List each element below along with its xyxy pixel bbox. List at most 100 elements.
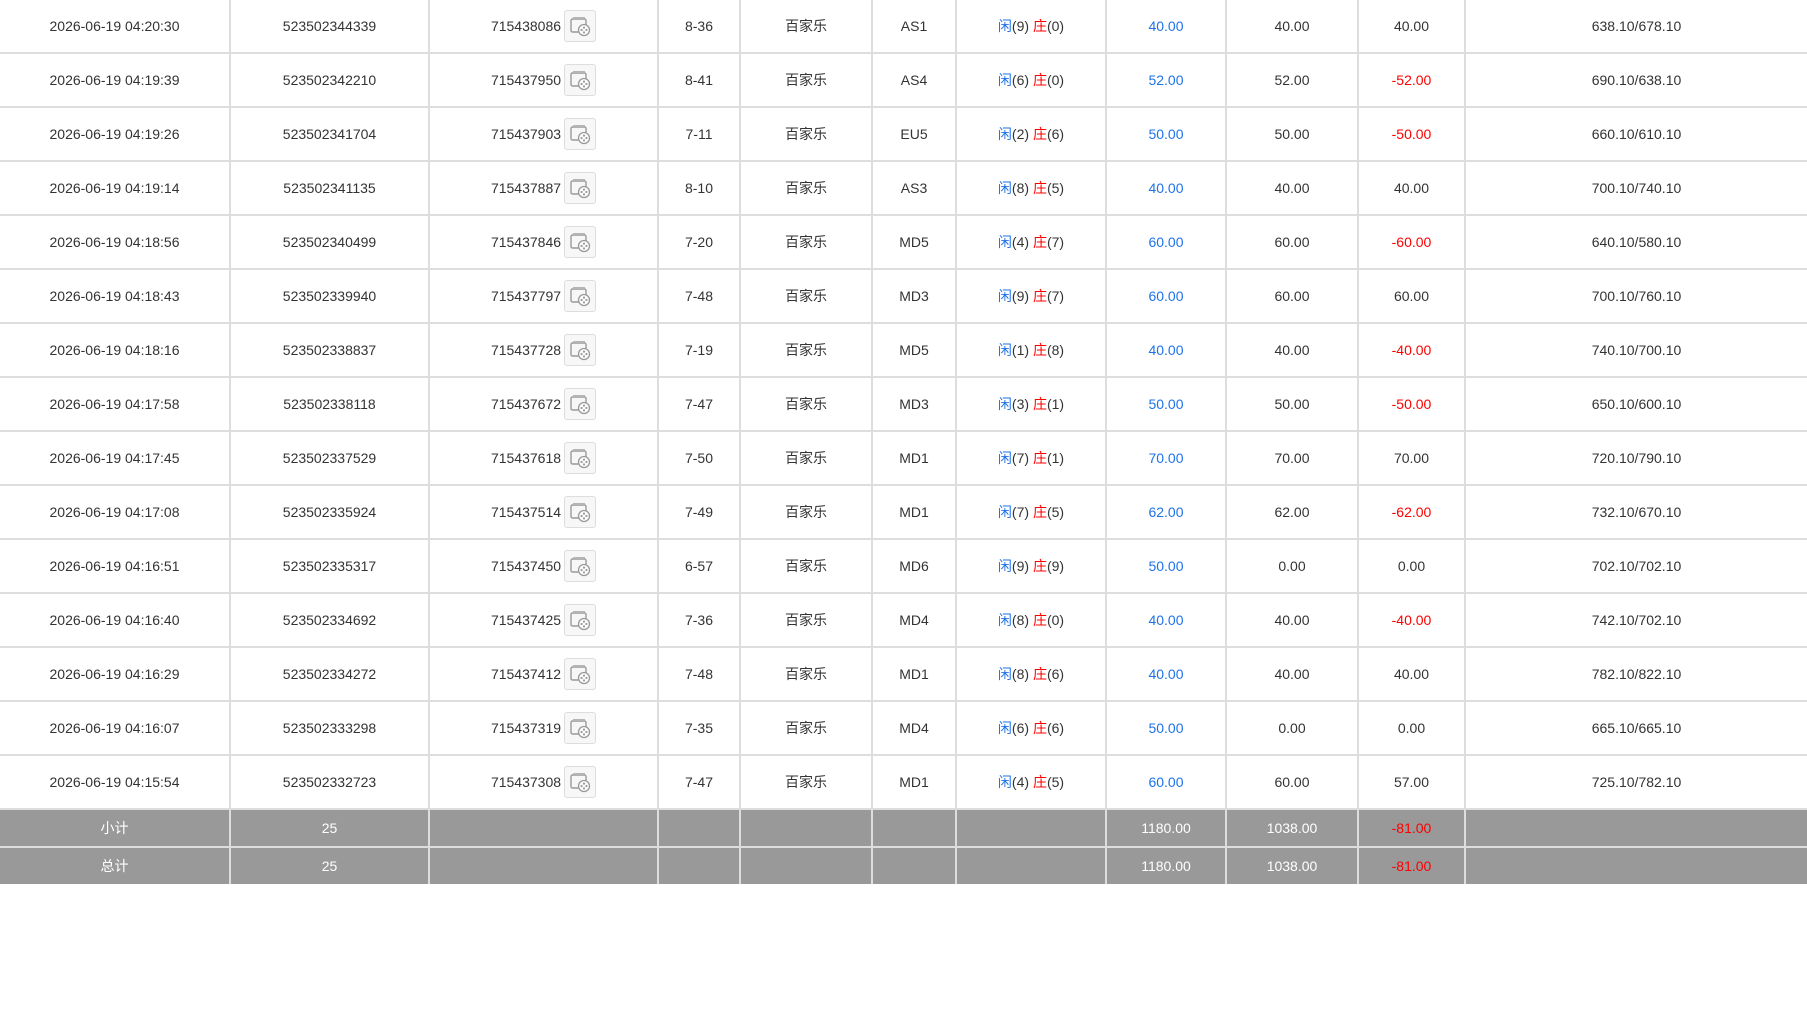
game-result: 闲(7) 庄(5) (955, 484, 1107, 540)
table-code: MD1 (871, 430, 957, 486)
summary-empty-cell (1464, 846, 1807, 884)
table-row: 2026-06-19 04:16:29 523502334272 715437412… (0, 646, 1807, 702)
valid-bet: 0.00 (1225, 700, 1359, 756)
banker-label: 庄 (1032, 126, 1047, 142)
bet-time: 2026-06-19 04:18:43 (0, 268, 231, 324)
game-id: 715437846 (490, 234, 562, 250)
summary-empty-cell (871, 808, 957, 848)
player-label: 闲 (997, 612, 1012, 628)
valid-bet: 60.00 (1225, 754, 1359, 810)
table-code: AS3 (871, 160, 957, 216)
video-replay-icon[interactable] (564, 658, 597, 690)
game-type: 百家乐 (739, 484, 873, 540)
video-replay-icon[interactable] (564, 226, 597, 258)
table-code: MD5 (871, 322, 957, 378)
banker-label: 庄 (1032, 234, 1047, 250)
banker-label: 庄 (1032, 504, 1047, 520)
table-code: MD6 (871, 538, 957, 594)
win-loss: -50.00 (1357, 106, 1466, 162)
game-type: 百家乐 (739, 700, 873, 756)
valid-bet: 0.00 (1225, 538, 1359, 594)
valid-bet: 40.00 (1225, 646, 1359, 702)
bet-amount: 40.00 (1105, 646, 1227, 702)
banker-label: 庄 (1032, 612, 1047, 628)
banker-points: (0) (1046, 72, 1065, 88)
player-points: (8) (1011, 666, 1030, 682)
banker-points: (1) (1046, 450, 1065, 466)
game-id-cell: 715437797 (428, 268, 659, 324)
banker-points: (6) (1046, 126, 1065, 142)
bet-id: 523502338118 (229, 376, 430, 432)
game-id-cell: 715437950 (428, 52, 659, 108)
table-row: 2026-06-19 04:16:40 523502334692 715437425… (0, 592, 1807, 648)
banker-label: 庄 (1032, 720, 1047, 736)
video-replay-icon[interactable] (564, 172, 597, 204)
bet-time: 2026-06-19 04:17:08 (0, 484, 231, 540)
bet-time: 2026-06-19 04:18:56 (0, 214, 231, 270)
bet-time: 2026-06-19 04:18:16 (0, 322, 231, 378)
valid-bet: 70.00 (1225, 430, 1359, 486)
bet-time: 2026-06-19 04:16:40 (0, 592, 231, 648)
video-replay-icon[interactable] (564, 118, 597, 150)
video-replay-icon[interactable] (564, 388, 597, 420)
banker-points: (7) (1046, 234, 1065, 250)
video-replay-icon[interactable] (564, 64, 597, 96)
video-replay-icon[interactable] (564, 442, 597, 474)
bet-id: 523502341704 (229, 106, 430, 162)
bet-amount: 70.00 (1105, 430, 1227, 486)
valid-bet: 50.00 (1225, 106, 1359, 162)
shoe-round: 7-36 (657, 592, 741, 648)
win-loss: -62.00 (1357, 484, 1466, 540)
game-id: 715437412 (490, 666, 562, 682)
balance-before-after: 640.10/580.10 (1464, 214, 1807, 270)
player-points: (4) (1011, 234, 1030, 250)
video-replay-icon[interactable] (564, 712, 597, 744)
game-result: 闲(7) 庄(1) (955, 430, 1107, 486)
banker-points: (1) (1046, 396, 1065, 412)
table-row: 2026-06-19 04:19:14 523502341135 715437887… (0, 160, 1807, 216)
video-replay-icon[interactable] (564, 496, 597, 528)
shoe-round: 8-10 (657, 160, 741, 216)
video-replay-icon[interactable] (564, 604, 597, 636)
game-result: 闲(3) 庄(1) (955, 376, 1107, 432)
bet-amount: 50.00 (1105, 376, 1227, 432)
game-type: 百家乐 (739, 106, 873, 162)
player-points: (6) (1011, 720, 1030, 736)
balance-before-after: 690.10/638.10 (1464, 52, 1807, 108)
valid-bet: 60.00 (1225, 268, 1359, 324)
balance-before-after: 638.10/678.10 (1464, 0, 1807, 54)
table-row: 2026-06-19 04:15:54 523502332723 715437308… (0, 754, 1807, 810)
balance-before-after: 720.10/790.10 (1464, 430, 1807, 486)
table-row: 2026-06-19 04:16:07 523502333298 715437319… (0, 700, 1807, 756)
valid-bet: 40.00 (1225, 592, 1359, 648)
video-replay-icon[interactable] (564, 280, 597, 312)
bet-amount: 40.00 (1105, 0, 1227, 54)
table-row: 2026-06-19 04:17:58 523502338118 715437672… (0, 376, 1807, 432)
game-id: 715437950 (490, 72, 562, 88)
game-id-cell: 715437412 (428, 646, 659, 702)
summary-rows: 小计 25 1180.00 1038.00 -81.00 总计 25 1180.00 1038.… (0, 808, 1807, 884)
game-result: 闲(4) 庄(5) (955, 754, 1107, 810)
player-points: (1) (1011, 342, 1030, 358)
video-replay-icon[interactable] (564, 550, 597, 582)
table-row: 2026-06-19 04:18:43 523502339940 715437797… (0, 268, 1807, 324)
player-points: (8) (1011, 612, 1030, 628)
video-replay-icon[interactable] (564, 10, 597, 42)
game-type: 百家乐 (739, 754, 873, 810)
table-code: MD3 (871, 376, 957, 432)
bet-amount: 40.00 (1105, 592, 1227, 648)
balance-before-after: 742.10/702.10 (1464, 592, 1807, 648)
video-replay-icon[interactable] (564, 334, 597, 366)
shoe-round: 7-48 (657, 646, 741, 702)
banker-points: (8) (1046, 342, 1065, 358)
balance-before-after: 725.10/782.10 (1464, 754, 1807, 810)
video-replay-icon[interactable] (564, 766, 597, 798)
bet-id: 523502334272 (229, 646, 430, 702)
bet-amount: 50.00 (1105, 106, 1227, 162)
total-row: 总计 25 1180.00 1038.00 -81.00 (0, 846, 1807, 884)
bet-id: 523502333298 (229, 700, 430, 756)
bet-history-table: 2026-06-19 04:20:30 523502344339 715438086… (0, 0, 1807, 884)
win-loss: -50.00 (1357, 376, 1466, 432)
game-id-cell: 715437425 (428, 592, 659, 648)
summary-win-total: -81.00 (1357, 808, 1466, 848)
